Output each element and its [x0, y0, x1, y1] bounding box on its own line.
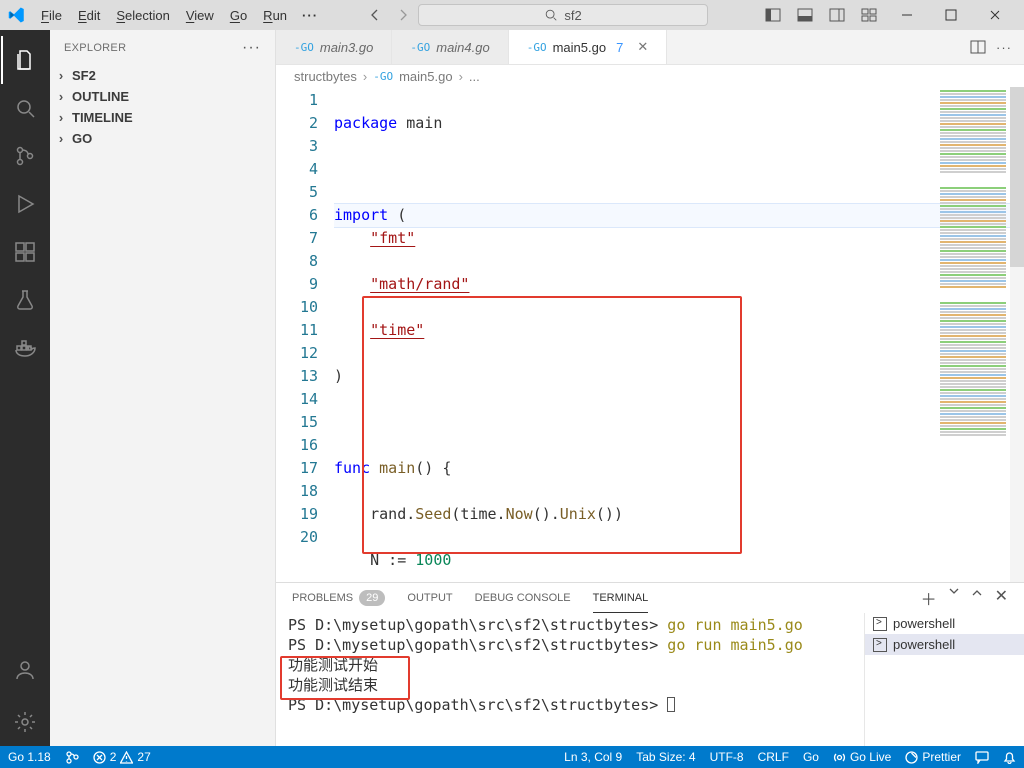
explorer-title: EXPLORER	[64, 42, 126, 54]
tree-outline[interactable]: ›OUTLINE	[50, 86, 275, 107]
menu-go[interactable]: Go	[223, 5, 254, 26]
go-file-icon: -GO	[373, 70, 393, 83]
menu-view[interactable]: View	[179, 5, 221, 26]
menu-more[interactable]: ···	[296, 4, 324, 27]
status-problems[interactable]: 2 27	[93, 750, 151, 764]
editor-tabs: -GOmain3.go -GOmain4.go -GOmain5.go7✕ ··…	[276, 30, 1024, 65]
activity-explorer-icon[interactable]	[1, 36, 49, 84]
layout-sidebar-icon[interactable]	[758, 4, 788, 26]
tab-more-icon[interactable]: ···	[996, 40, 1012, 55]
activity-account-icon[interactable]	[1, 646, 49, 694]
close-icon[interactable]: ✕	[637, 39, 648, 55]
terminal-icon	[873, 638, 887, 652]
tab-main3[interactable]: -GOmain3.go	[276, 30, 392, 64]
editor-group: -GOmain3.go -GOmain4.go -GOmain5.go7✕ ··…	[276, 30, 1024, 746]
tab-main5[interactable]: -GOmain5.go7✕	[509, 30, 668, 64]
activity-bar	[0, 30, 50, 746]
panel: PROBLEMS29 OUTPUT DEBUG CONSOLE TERMINAL…	[276, 582, 1024, 746]
status-bell-icon[interactable]	[1003, 751, 1016, 764]
status-prettier[interactable]: Prettier	[905, 750, 961, 764]
status-tab-size[interactable]: Tab Size: 4	[636, 750, 695, 764]
panel-close-icon[interactable]: ✕	[995, 586, 1008, 610]
window-close-icon[interactable]	[974, 0, 1016, 30]
nav-forward-icon[interactable]	[390, 4, 416, 26]
status-git-graph[interactable]	[65, 750, 79, 764]
layout-custom-icon[interactable]	[854, 4, 884, 26]
explorer-more-icon[interactable]: ···	[242, 39, 261, 57]
terminal[interactable]: PS D:\mysetup\gopath\src\sf2\structbytes…	[276, 613, 864, 746]
menu-selection[interactable]: Selection	[109, 5, 176, 26]
split-editor-icon[interactable]	[970, 39, 986, 55]
activity-settings-icon[interactable]	[1, 698, 49, 746]
go-file-icon: -GO	[527, 41, 547, 54]
terminal-new-icon[interactable]: ＋	[921, 586, 937, 610]
nav-back-icon[interactable]	[362, 4, 388, 26]
tree-folder-sf2[interactable]: ›SF2	[50, 65, 275, 86]
tree-go[interactable]: ›GO	[50, 128, 275, 149]
activity-scm-icon[interactable]	[1, 132, 49, 180]
window-minimize-icon[interactable]	[886, 0, 928, 30]
panel-maximize-icon[interactable]	[971, 586, 983, 610]
terminal-icon	[873, 617, 887, 631]
panel-tab-problems[interactable]: PROBLEMS29	[292, 583, 385, 613]
status-bar: Go 1.18 2 27 Ln 3, Col 9 Tab Size: 4 UTF…	[0, 746, 1024, 768]
activity-beaker-icon[interactable]	[1, 276, 49, 324]
vscode-logo-icon	[8, 6, 26, 24]
terminal-list: powershell powershell	[864, 613, 1024, 746]
title-bar: File Edit Selection View Go Run ··· sf2	[0, 0, 1024, 30]
code-editor[interactable]: 1234567891011121314151617181920 package …	[276, 87, 1024, 582]
line-gutter: 1234567891011121314151617181920	[276, 87, 334, 582]
tree-timeline[interactable]: ›TIMELINE	[50, 107, 275, 128]
menu-run[interactable]: Run	[256, 5, 294, 26]
minimap[interactable]	[936, 87, 1010, 582]
layout-right-icon[interactable]	[822, 4, 852, 26]
go-file-icon: -GO	[410, 41, 430, 54]
terminal-entry[interactable]: powershell	[865, 613, 1024, 634]
menu-edit[interactable]: Edit	[71, 5, 107, 26]
activity-docker-icon[interactable]	[1, 324, 49, 372]
go-file-icon: -GO	[294, 41, 314, 54]
terminal-entry[interactable]: powershell	[865, 634, 1024, 655]
status-eol[interactable]: CRLF	[758, 750, 789, 764]
status-go-live[interactable]: Go Live	[833, 750, 891, 764]
panel-tab-output[interactable]: OUTPUT	[407, 583, 452, 613]
panel-tab-terminal[interactable]: TERMINAL	[593, 583, 649, 613]
status-cursor-pos[interactable]: Ln 3, Col 9	[564, 750, 622, 764]
terminal-split-dropdown-icon[interactable]	[949, 586, 959, 610]
status-feedback-icon[interactable]	[975, 750, 989, 764]
activity-extensions-icon[interactable]	[1, 228, 49, 276]
explorer-sidebar: EXPLORER ··· ›SF2 ›OUTLINE ›TIMELINE ›GO	[50, 30, 276, 746]
window-maximize-icon[interactable]	[930, 0, 972, 30]
scrollbar[interactable]	[1010, 87, 1024, 582]
status-go-version[interactable]: Go 1.18	[8, 750, 51, 764]
search-text: sf2	[564, 8, 581, 23]
status-encoding[interactable]: UTF-8	[710, 750, 744, 764]
layout-panel-icon[interactable]	[790, 4, 820, 26]
search-input[interactable]: sf2	[418, 4, 708, 26]
code-area[interactable]: package main import ( "fmt" "math/rand" …	[334, 87, 1024, 582]
activity-search-icon[interactable]	[1, 84, 49, 132]
activity-debug-icon[interactable]	[1, 180, 49, 228]
tab-main4[interactable]: -GOmain4.go	[392, 30, 508, 64]
menu-file[interactable]: File	[34, 5, 69, 26]
status-language[interactable]: Go	[803, 750, 819, 764]
breadcrumbs[interactable]: structbytes› -GOmain5.go› ...	[276, 65, 1024, 87]
panel-tab-debug[interactable]: DEBUG CONSOLE	[475, 583, 571, 613]
